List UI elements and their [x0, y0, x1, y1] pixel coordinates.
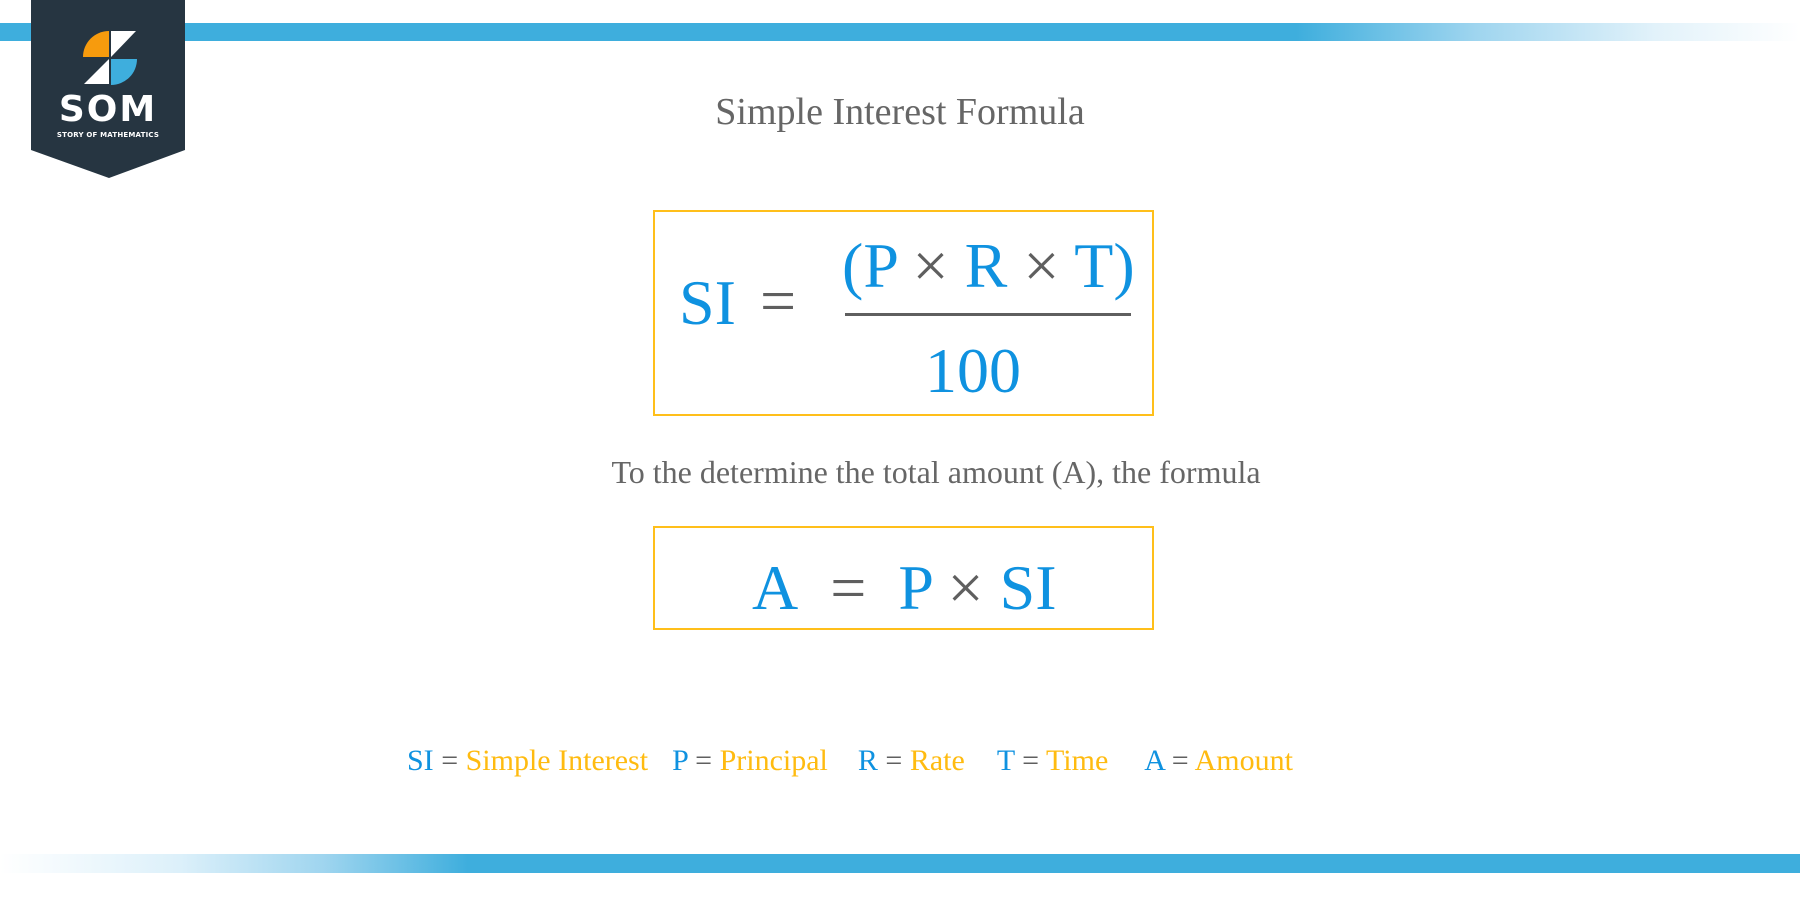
legend-item: R = Rate [858, 741, 965, 781]
legend-item: SI = Simple Interest [407, 741, 648, 781]
legend-item: A = Amount [1144, 741, 1293, 781]
legend-symbol: A [1144, 744, 1165, 777]
formula-lhs-si: SI [679, 267, 736, 338]
formula-equals-sign: = [760, 265, 797, 336]
top-decorative-bar [0, 23, 1800, 41]
legend-equals: = [1171, 744, 1189, 777]
amount-formula: A = P × SI [752, 556, 1057, 620]
legend-equals: = [441, 744, 459, 777]
variable-legend: SI = Simple Interest P = Principal R = Rat… [407, 741, 1293, 781]
times-sign: × [1023, 230, 1060, 301]
numerator-open-paren: ( [842, 230, 864, 301]
bottom-decorative-bar [0, 854, 1800, 873]
legend-symbol: R [857, 744, 878, 777]
numerator-time: T [1074, 230, 1114, 301]
legend-equals: = [885, 744, 903, 777]
amount-formula-box: A = P × SI [653, 526, 1154, 630]
legend-equals: = [695, 744, 713, 777]
legend-equals: = [1022, 744, 1040, 777]
simple-interest-formula-box: SI = (P × R × T) 100 [653, 210, 1154, 416]
legend-meaning: Simple Interest [465, 744, 649, 777]
amount-term-principal: P [898, 552, 932, 623]
numerator-principal: P [863, 230, 897, 301]
legend-meaning: Time [1046, 744, 1109, 777]
times-sign: × [947, 552, 984, 623]
total-amount-caption: To the determine the total amount (A), t… [611, 454, 1261, 490]
page-title: Simple Interest Formula [715, 91, 1085, 133]
legend-meaning: Amount [1194, 744, 1293, 777]
numerator-close-paren: ) [1113, 230, 1135, 301]
legend-item: P = Principal [672, 741, 828, 781]
legend-meaning: Principal [719, 744, 828, 777]
numerator-rate: R [964, 230, 1008, 301]
legend-item: T = Time [997, 741, 1108, 781]
formula-numerator: (P × R × T) [842, 234, 1135, 298]
legend-symbol: SI [407, 744, 434, 777]
equals-sign: = [830, 552, 867, 623]
amount-lhs: A [752, 552, 799, 623]
legend-meaning: Rate [909, 744, 965, 777]
formula-denominator: 100 [925, 335, 1021, 406]
fraction-line [845, 313, 1131, 316]
amount-term-si: SI [999, 552, 1057, 623]
legend-symbol: P [672, 744, 688, 777]
legend-symbol: T [996, 744, 1015, 777]
times-sign: × [912, 230, 949, 301]
